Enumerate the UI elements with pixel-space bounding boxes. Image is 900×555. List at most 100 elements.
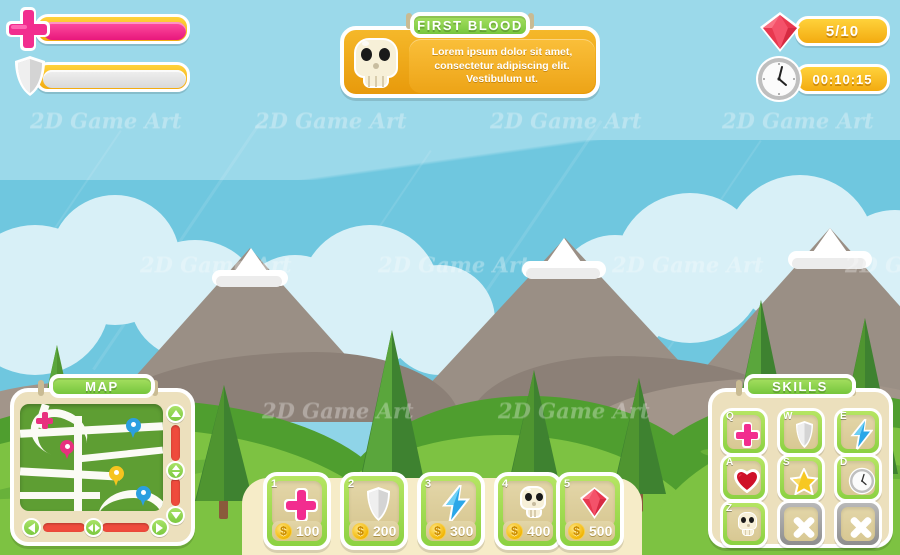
skill-slot-e[interactable]: E [834, 408, 882, 456]
pin-pink[interactable] [60, 440, 74, 460]
star-icon [788, 466, 820, 496]
armor-bar [35, 62, 190, 92]
health-bar-fill [43, 22, 186, 40]
skill-hotkey: S [783, 457, 790, 468]
cross-icon [734, 422, 760, 448]
gem-count-label: 5/10 [825, 22, 860, 40]
vertical-scroll-thumb[interactable] [166, 461, 185, 480]
item-cost-value: 100 [296, 523, 320, 539]
coin-icon: $ [352, 522, 369, 540]
item-slot-3[interactable]: 3 $ 300 [417, 472, 485, 550]
item-cost: $ 200 [349, 521, 399, 541]
skill-slot-w[interactable]: W [777, 408, 825, 456]
skill-slot-q[interactable]: Q [720, 408, 768, 456]
skill-hotkey: Z [726, 503, 733, 514]
gem-icon [757, 10, 803, 54]
coin-icon: $ [568, 522, 585, 540]
skills-hanger-left [736, 380, 742, 396]
item-slot-5[interactable]: 5 $ 500 [556, 472, 624, 550]
scroll-left-arrow[interactable] [22, 518, 41, 537]
skill-hotkey: D [840, 457, 848, 468]
map-road [20, 492, 100, 499]
skill-slot-d[interactable]: D [834, 454, 882, 502]
coin-icon: $ [429, 522, 446, 540]
health-bar [35, 14, 190, 44]
timer-display: 00:10:15 [795, 64, 890, 94]
skill-hotkey: W [783, 411, 793, 422]
map-viewport[interactable] [20, 404, 163, 511]
item-slot-number: 1 [271, 478, 278, 490]
gem-icon [579, 486, 610, 520]
notification-body: Lorem ipsum dolor sit amet, consectetur … [409, 39, 595, 93]
scroll-up-arrow[interactable] [166, 404, 185, 423]
mountain-snowcap [522, 238, 606, 280]
item-cost-value: 500 [589, 523, 613, 539]
item-cost: $ 400 [503, 521, 553, 541]
item-slot-number: 3 [425, 478, 432, 490]
item-cost-value: 300 [450, 523, 474, 539]
item-cost: $ 300 [426, 521, 476, 541]
item-slot-2[interactable]: 2 $ 200 [340, 472, 408, 550]
skull-icon [350, 34, 402, 92]
skill-hotkey: E [840, 411, 847, 422]
notification-title: FIRST BLOOD [410, 12, 530, 38]
item-slot-number: 4 [502, 478, 509, 490]
vertical-scroll-track[interactable] [171, 425, 180, 461]
map-title-label: MAP [85, 378, 119, 394]
skill-hotkey: A [726, 457, 734, 468]
map-road [20, 467, 121, 481]
skill-slot-s[interactable]: S [777, 454, 825, 502]
mountain-snowcap [212, 248, 288, 288]
lightning-icon [441, 480, 471, 523]
game-screen: 2D Game Art 2D Game Art 2D Game Art 2D G… [0, 0, 900, 555]
scroll-down-arrow[interactable] [166, 506, 185, 525]
lightning-icon [850, 415, 874, 450]
pin-blue-2[interactable] [136, 486, 151, 507]
mountain-snowcap [788, 228, 872, 270]
skull-icon [519, 485, 547, 523]
skills-title: SKILLS [744, 374, 856, 398]
skill-slot-locked-1[interactable] [777, 500, 825, 548]
x-icon [791, 514, 817, 540]
horizontal-scroll-track[interactable] [43, 523, 85, 532]
objective-marker[interactable] [36, 412, 53, 429]
clock-icon [755, 55, 803, 103]
item-slot-1[interactable]: 1 $ 100 [263, 472, 331, 550]
horizontal-scroll-track[interactable] [102, 523, 149, 532]
skills-title-label: SKILLS [772, 378, 828, 394]
timer-label: 00:10:15 [812, 71, 873, 87]
cross-icon [284, 488, 318, 522]
item-cost: $ 500 [565, 521, 615, 541]
armor-bar-fill [43, 70, 186, 88]
clock-icon [848, 467, 876, 495]
coin-icon: $ [506, 522, 523, 540]
skill-slot-z[interactable]: Z [720, 500, 768, 548]
item-slot-number: 5 [564, 478, 571, 490]
skill-hotkey: Q [726, 411, 734, 422]
horizontal-scroll-thumb[interactable] [84, 518, 103, 537]
skill-slot-a[interactable]: A [720, 454, 768, 502]
item-slot-4[interactable]: 4 $ 400 [494, 472, 562, 550]
map-road [77, 446, 163, 463]
skull-icon [737, 511, 758, 541]
shield-icon [366, 486, 391, 522]
pin-blue-1[interactable] [126, 418, 141, 439]
skill-slot-locked-2[interactable] [834, 500, 882, 548]
heart-icon [733, 468, 761, 494]
notification-title-label: FIRST BLOOD [417, 17, 523, 33]
scroll-right-arrow[interactable] [150, 518, 169, 537]
coin-icon: $ [275, 522, 292, 540]
cross-icon [6, 7, 50, 51]
item-cost-value: 400 [527, 523, 551, 539]
shield-icon [795, 420, 814, 449]
map-hanger-left [38, 380, 44, 396]
item-cost-value: 200 [373, 523, 397, 539]
shield-icon [14, 55, 46, 97]
map-road-curve [98, 490, 163, 511]
pin-yellow[interactable] [109, 466, 124, 487]
gem-counter: 5/10 [795, 16, 890, 46]
sky-divider [0, 140, 900, 180]
map-title: MAP [49, 374, 155, 398]
item-slot-number: 2 [348, 478, 355, 490]
vertical-scroll-track[interactable] [171, 478, 180, 506]
